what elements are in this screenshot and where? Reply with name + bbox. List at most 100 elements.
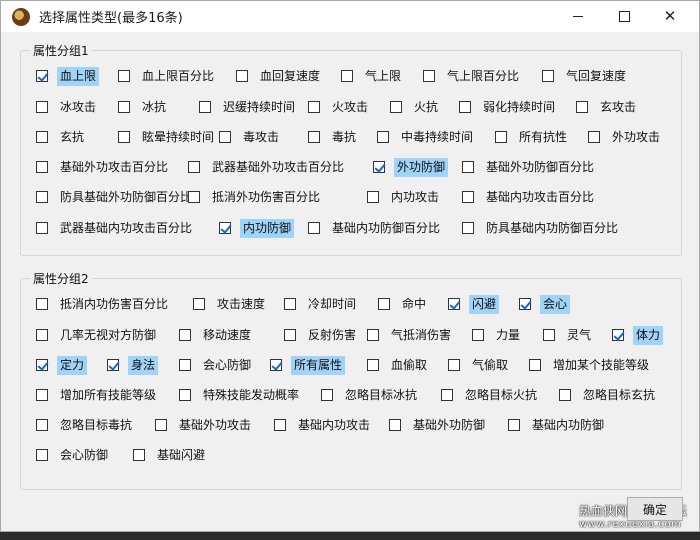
checkbox-unchecked-icon[interactable]: [390, 101, 402, 113]
attribute-checkbox[interactable]: 特殊技能发动概率: [179, 384, 302, 406]
checkbox-checked-icon[interactable]: [219, 222, 231, 234]
attribute-checkbox[interactable]: 力量: [472, 324, 523, 346]
checkbox-unchecked-icon[interactable]: [188, 161, 200, 173]
checkbox-unchecked-icon[interactable]: [508, 419, 520, 431]
attribute-checkbox[interactable]: 攻击速度: [193, 293, 268, 315]
checkbox-unchecked-icon[interactable]: [462, 222, 474, 234]
checkbox-unchecked-icon[interactable]: [179, 389, 191, 401]
attribute-checkbox[interactable]: 灵气: [543, 324, 594, 346]
attribute-checkbox[interactable]: 定力: [36, 354, 88, 376]
checkbox-unchecked-icon[interactable]: [36, 101, 48, 113]
title-bar[interactable]: 选择属性类型(最多16条) ✕: [1, 1, 699, 32]
attribute-checkbox[interactable]: 玄抗: [36, 126, 87, 148]
attribute-checkbox[interactable]: 基础内功攻击: [274, 414, 373, 436]
checkbox-unchecked-icon[interactable]: [284, 329, 296, 341]
attribute-checkbox[interactable]: 忽略目标玄抗: [559, 384, 658, 406]
attribute-checkbox[interactable]: 气上限: [341, 65, 404, 87]
attribute-checkbox[interactable]: 基础内功防御: [508, 414, 607, 436]
attribute-checkbox[interactable]: 玄攻击: [576, 96, 639, 118]
attribute-checkbox[interactable]: 体力: [612, 324, 664, 346]
checkbox-unchecked-icon[interactable]: [36, 298, 48, 310]
checkbox-unchecked-icon[interactable]: [199, 101, 211, 113]
attribute-checkbox[interactable]: 所有属性: [270, 354, 346, 376]
attribute-checkbox[interactable]: 火抗: [390, 96, 441, 118]
attribute-checkbox[interactable]: 血上限百分比: [118, 65, 217, 87]
checkbox-checked-icon[interactable]: [519, 298, 531, 310]
checkbox-unchecked-icon[interactable]: [377, 131, 389, 143]
attribute-checkbox[interactable]: 防具基础内功防御百分比: [462, 217, 621, 239]
checkbox-unchecked-icon[interactable]: [462, 161, 474, 173]
attribute-checkbox[interactable]: 外功攻击: [588, 126, 663, 148]
checkbox-unchecked-icon[interactable]: [274, 419, 286, 431]
attribute-checkbox[interactable]: 毒攻击: [219, 126, 282, 148]
attribute-checkbox[interactable]: 毒抗: [308, 126, 359, 148]
checkbox-unchecked-icon[interactable]: [219, 131, 231, 143]
attribute-checkbox[interactable]: 外功防御: [373, 156, 449, 178]
attribute-checkbox[interactable]: 忽略目标毒抗: [36, 414, 135, 436]
checkbox-unchecked-icon[interactable]: [36, 161, 48, 173]
attribute-checkbox[interactable]: 命中: [378, 293, 429, 315]
checkbox-unchecked-icon[interactable]: [284, 298, 296, 310]
minimize-button[interactable]: [555, 1, 601, 32]
attribute-checkbox[interactable]: 基础内功攻击百分比: [462, 186, 597, 208]
attribute-checkbox[interactable]: 忽略目标冰抗: [321, 384, 420, 406]
checkbox-unchecked-icon[interactable]: [529, 359, 541, 371]
attribute-checkbox[interactable]: 几率无视对方防御: [36, 324, 159, 346]
attribute-checkbox[interactable]: 血上限: [36, 65, 100, 87]
checkbox-unchecked-icon[interactable]: [179, 329, 191, 341]
close-button[interactable]: ✕: [647, 1, 693, 32]
attribute-checkbox[interactable]: 气上限百分比: [423, 65, 522, 87]
checkbox-unchecked-icon[interactable]: [341, 70, 353, 82]
checkbox-unchecked-icon[interactable]: [36, 191, 48, 203]
attribute-checkbox[interactable]: 武器基础内功攻击百分比: [36, 217, 195, 239]
attribute-checkbox[interactable]: 反射伤害: [284, 324, 359, 346]
checkbox-checked-icon[interactable]: [107, 359, 119, 371]
checkbox-unchecked-icon[interactable]: [367, 359, 379, 371]
checkbox-unchecked-icon[interactable]: [36, 389, 48, 401]
attribute-checkbox[interactable]: 火攻击: [308, 96, 371, 118]
checkbox-unchecked-icon[interactable]: [36, 222, 48, 234]
attribute-checkbox[interactable]: 闪避: [448, 293, 500, 315]
checkbox-unchecked-icon[interactable]: [118, 101, 130, 113]
attribute-checkbox[interactable]: 气偷取: [448, 354, 511, 376]
checkbox-unchecked-icon[interactable]: [559, 389, 571, 401]
attribute-checkbox[interactable]: 基础闪避: [133, 444, 208, 466]
checkbox-unchecked-icon[interactable]: [448, 359, 460, 371]
attribute-checkbox[interactable]: 血偷取: [367, 354, 430, 376]
attribute-checkbox[interactable]: 血回复速度: [236, 65, 323, 87]
checkbox-unchecked-icon[interactable]: [133, 449, 145, 461]
attribute-checkbox[interactable]: 气抵消伤害: [367, 324, 454, 346]
checkbox-unchecked-icon[interactable]: [389, 419, 401, 431]
checkbox-checked-icon[interactable]: [612, 329, 624, 341]
checkbox-unchecked-icon[interactable]: [188, 191, 200, 203]
checkbox-unchecked-icon[interactable]: [155, 419, 167, 431]
checkbox-checked-icon[interactable]: [373, 161, 385, 173]
maximize-button[interactable]: [601, 1, 647, 32]
checkbox-unchecked-icon[interactable]: [236, 70, 248, 82]
attribute-checkbox[interactable]: 中毒持续时间: [377, 126, 476, 148]
attribute-checkbox[interactable]: 会心防御: [179, 354, 254, 376]
attribute-checkbox[interactable]: 身法: [107, 354, 159, 376]
attribute-checkbox[interactable]: 忽略目标火抗: [441, 384, 540, 406]
ok-button[interactable]: 确定: [627, 497, 683, 521]
checkbox-unchecked-icon[interactable]: [542, 70, 554, 82]
checkbox-unchecked-icon[interactable]: [459, 101, 471, 113]
attribute-checkbox[interactable]: 基础外功防御百分比: [462, 156, 597, 178]
checkbox-unchecked-icon[interactable]: [472, 329, 484, 341]
attribute-checkbox[interactable]: 冰抗: [118, 96, 169, 118]
checkbox-unchecked-icon[interactable]: [36, 329, 48, 341]
attribute-checkbox[interactable]: 所有抗性: [495, 126, 570, 148]
attribute-checkbox[interactable]: 会心防御: [36, 444, 111, 466]
checkbox-unchecked-icon[interactable]: [36, 419, 48, 431]
checkbox-checked-icon[interactable]: [36, 70, 48, 82]
checkbox-checked-icon[interactable]: [36, 359, 48, 371]
checkbox-unchecked-icon[interactable]: [179, 359, 191, 371]
checkbox-unchecked-icon[interactable]: [118, 70, 130, 82]
checkbox-unchecked-icon[interactable]: [543, 329, 555, 341]
attribute-checkbox[interactable]: 迟缓持续时间: [199, 96, 298, 118]
attribute-checkbox[interactable]: 抵消内功伤害百分比: [36, 293, 171, 315]
attribute-checkbox[interactable]: 气回复速度: [542, 65, 629, 87]
checkbox-unchecked-icon[interactable]: [308, 131, 320, 143]
checkbox-checked-icon[interactable]: [270, 359, 282, 371]
checkbox-unchecked-icon[interactable]: [308, 222, 320, 234]
